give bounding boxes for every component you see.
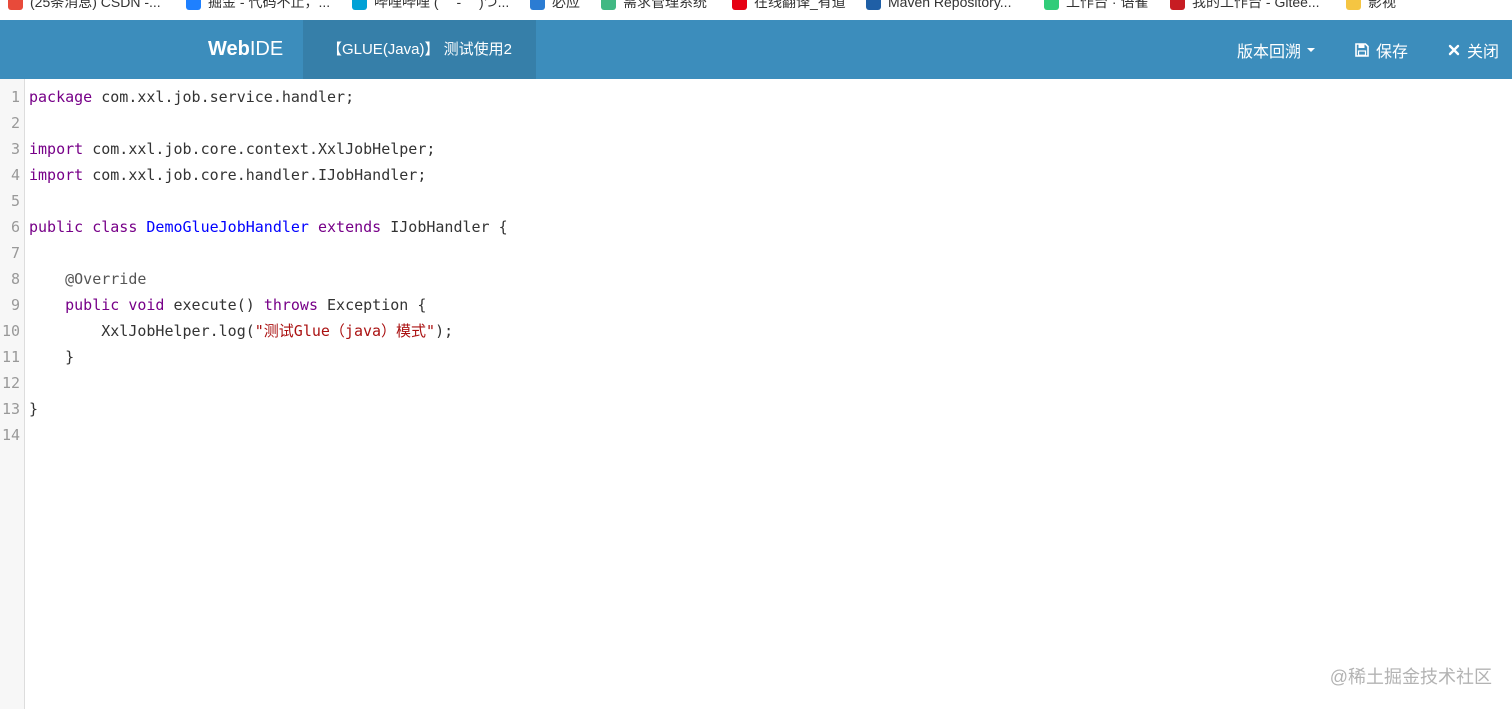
code-token: IJobHandler { (381, 218, 508, 236)
close-label: 关闭 (1467, 43, 1500, 61)
bilibili-icon (352, 0, 367, 10)
code-token: com.xxl.job.service.handler; (92, 88, 355, 106)
code-token: public (29, 218, 84, 236)
bookmark-label: (25条消息) CSDN -... (30, 0, 161, 10)
code-line[interactable]: public class DemoGlueJobHandler extends … (29, 214, 508, 240)
line-number: 11 (1, 348, 20, 366)
code-token: Exception { (318, 296, 427, 314)
line-number: 4 (10, 166, 20, 184)
code-token: XxlJobHelper.log( (29, 322, 255, 340)
code-token: throws (263, 296, 318, 314)
code-token: com.xxl.job.core.handler.IJobHandler; (83, 166, 427, 184)
version-rollback-label: 版本回溯 (1237, 43, 1302, 61)
line-number-gutter: 1 2 3 4 5 6 7 8 9 10 11 12 13 14 (0, 79, 25, 709)
vue-icon (601, 0, 616, 10)
bookmark-label: 在线翻译_有道 (754, 0, 846, 10)
bookmark-item[interactable]: 工作台 · 语雀 (1044, 0, 1148, 12)
bookmark-label: 必应 (552, 0, 580, 10)
brand-suffix: IDE (249, 38, 284, 60)
bookmark-item[interactable]: 需求管理系统 (601, 0, 707, 12)
code-token: import (29, 140, 84, 158)
line-number: 7 (10, 244, 20, 262)
code-token: class (92, 218, 138, 236)
yuque-icon (1044, 0, 1059, 10)
code-editor[interactable]: 1 2 3 4 5 6 7 8 9 10 11 12 13 14 package com.xxl.job.… (0, 79, 1512, 709)
bookmark-item[interactable]: 我的工作台 - Gitee... (1170, 0, 1320, 12)
code-token: import (29, 166, 84, 184)
line-number: 8 (10, 270, 20, 288)
code-token: @Override (65, 270, 147, 288)
bookmark-label: Maven Repository... (888, 0, 1012, 10)
maven-icon (866, 0, 881, 10)
line-number: 14 (1, 426, 20, 444)
bing-icon (530, 0, 545, 10)
save-label: 保存 (1376, 43, 1409, 61)
code-line[interactable]: XxlJobHelper.log("测试Glue（java）模式"); (29, 318, 453, 344)
chevron-down-icon (1307, 47, 1316, 52)
code-token: execute() (164, 296, 264, 314)
close-button[interactable]: 关闭 (1448, 20, 1499, 79)
top-navbar: WebIDE 【GLUE(Java)】 测试使用2 版本回溯 保存 关闭 (0, 20, 1512, 79)
bookmark-label: 影视 (1368, 0, 1396, 10)
save-button[interactable]: 保存 (1355, 20, 1408, 79)
gitee-icon (1170, 0, 1185, 10)
bookmark-item[interactable]: 必应 (530, 0, 580, 12)
line-number: 2 (10, 114, 20, 132)
bookmark-item[interactable]: 影视 (1346, 0, 1396, 12)
code-token: DemoGlueJobHandler (146, 218, 309, 236)
code-line[interactable]: public void execute() throws Exception { (29, 292, 426, 318)
version-rollback-dropdown[interactable]: 版本回溯 (1237, 20, 1316, 79)
code-token: extends (318, 218, 382, 236)
code-token: "测试Glue（java）模式" (254, 322, 436, 340)
code-line[interactable]: @Override (29, 266, 146, 292)
csdn-icon (8, 0, 23, 10)
line-number: 10 (1, 322, 20, 340)
bookmark-item[interactable]: 掘金 - 代码不止，... (186, 0, 330, 12)
line-number: 13 (1, 400, 20, 418)
save-icon (1355, 42, 1369, 57)
code-token: ); (435, 322, 454, 340)
bookmark-label: 哔哩哔哩 ( ゜- ゜)つ... (374, 0, 510, 10)
line-number: 6 (10, 218, 20, 236)
line-number: 9 (10, 296, 20, 314)
line-number: 3 (10, 140, 20, 158)
brand-logo: WebIDE (208, 20, 283, 79)
code-token: public (65, 296, 120, 314)
bookmark-item[interactable]: Maven Repository... (866, 0, 1011, 12)
bookmark-label: 需求管理系统 (623, 0, 707, 10)
file-title-tab: 【GLUE(Java)】 测试使用2 (303, 20, 536, 79)
code-line[interactable]: } (29, 344, 74, 370)
bookmark-label: 我的工作台 - Gitee... (1192, 0, 1320, 10)
code-token: com.xxl.job.core.context.XxlJobHelper; (83, 140, 436, 158)
code-token: } (29, 348, 75, 366)
code-line[interactable]: } (29, 396, 38, 422)
close-icon (1448, 44, 1460, 55)
watermark: @稀土掘金技术社区 (1329, 667, 1492, 687)
bookmark-label: 工作台 · 语雀 (1066, 0, 1149, 10)
code-line[interactable]: import com.xxl.job.core.handler.IJobHand… (29, 162, 426, 188)
code-line[interactable]: package com.xxl.job.service.handler; (29, 84, 354, 110)
bookmark-item[interactable]: (25条消息) CSDN -... (8, 0, 161, 12)
juejin-icon (186, 0, 201, 10)
code-token: void (128, 296, 165, 314)
code-line[interactable]: import com.xxl.job.core.context.XxlJobHe… (29, 136, 435, 162)
line-number: 5 (10, 192, 20, 210)
youdao-icon (732, 0, 747, 10)
code-token: package (29, 88, 93, 106)
bookmark-label: 掘金 - 代码不止，... (208, 0, 331, 10)
line-number: 12 (1, 374, 20, 392)
folder-icon (1346, 0, 1361, 10)
bookmark-item[interactable]: 在线翻译_有道 (732, 0, 846, 12)
brand-prefix: Web (208, 38, 250, 60)
bookmarks-bar: (25条消息) CSDN -... 掘金 - 代码不止，... 哔哩哔哩 ( ゜- … (0, 0, 1512, 20)
code-token: } (29, 400, 39, 418)
bookmark-item[interactable]: 哔哩哔哩 ( ゜- ゜)つ... (352, 0, 509, 12)
line-number: 1 (10, 88, 20, 106)
